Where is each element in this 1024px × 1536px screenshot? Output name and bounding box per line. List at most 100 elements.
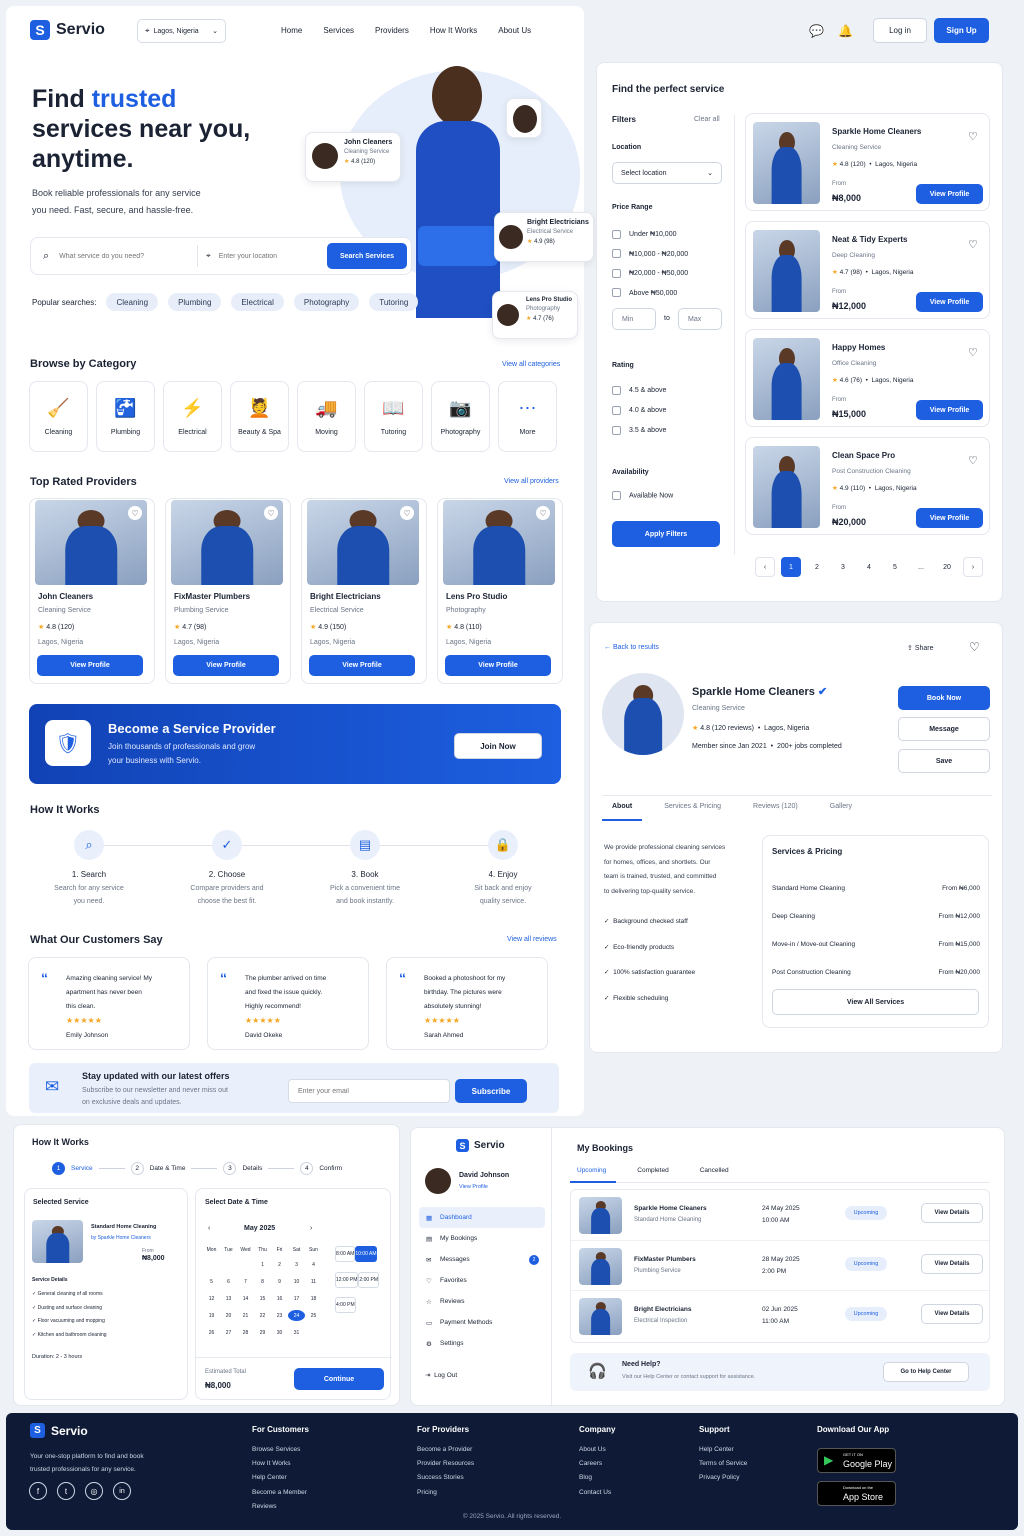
time-slot[interactable]: 2:00 PM — [358, 1271, 380, 1288]
location-select[interactable]: Select location ⌄ — [612, 162, 722, 184]
view-profile-button[interactable]: View Profile — [916, 184, 983, 204]
tab-gallery[interactable]: Gallery — [830, 803, 852, 810]
subscribe-button[interactable]: Subscribe — [455, 1079, 527, 1103]
tab-completed[interactable]: Completed — [637, 1167, 668, 1174]
nav-services[interactable]: Services — [323, 26, 354, 35]
calendar-day[interactable]: 4 — [305, 1259, 322, 1270]
view-profile-button[interactable]: View Profile — [916, 400, 983, 420]
price-option[interactable]: Above ₦50,000 — [612, 284, 688, 304]
tab-services-pricing[interactable]: Services & Pricing — [664, 803, 721, 810]
view-profile-button[interactable]: View Profile — [309, 655, 415, 676]
heart-icon[interactable]: ♡ — [968, 454, 978, 467]
tab-upcoming[interactable]: Upcoming — [577, 1167, 606, 1174]
bell-icon[interactable]: 🔔 — [838, 24, 853, 38]
calendar-day[interactable]: 30 — [271, 1327, 288, 1338]
checkbox[interactable] — [612, 288, 621, 298]
popular-chip[interactable]: Tutoring — [369, 293, 419, 311]
category-card[interactable]: ⋯ More — [498, 381, 557, 452]
heart-icon[interactable]: ♡ — [968, 346, 978, 359]
page-button[interactable]: 2 — [807, 557, 827, 577]
signup-button[interactable]: Sign Up — [934, 18, 989, 43]
calendar-day[interactable]: 31 — [288, 1327, 305, 1338]
nav-about-us[interactable]: About Us — [498, 26, 531, 35]
heart-icon[interactable]: ♡ — [968, 238, 978, 251]
help-center-button[interactable]: Go to Help Center — [883, 1362, 969, 1382]
view-all-services-button[interactable]: View All Services — [772, 989, 979, 1015]
calendar-day[interactable]: 3 — [288, 1259, 305, 1270]
price-option[interactable]: ₦10,000 - ₦20,000 — [612, 245, 688, 265]
sidebar-item[interactable]: ♡ Favorites — [419, 1270, 545, 1291]
footer-link[interactable]: Provider Resources — [417, 1457, 579, 1471]
sidebar-item[interactable]: ⚙ Settings — [419, 1333, 545, 1354]
google-play-button[interactable]: ▶ GET IT ON Google Play — [817, 1448, 896, 1473]
tab-cancelled[interactable]: Cancelled — [700, 1167, 729, 1174]
service-search-input[interactable] — [59, 252, 190, 260]
view-profile-link[interactable]: View Profile — [459, 1184, 488, 1190]
page-button[interactable]: 3 — [833, 557, 853, 577]
heart-icon[interactable]: ♡ — [968, 130, 978, 143]
calendar-day[interactable]: 10 — [288, 1276, 305, 1287]
time-slot[interactable]: 8:00 AM — [335, 1246, 356, 1262]
time-slot[interactable]: 4:00 PM — [335, 1297, 356, 1313]
category-card[interactable]: 📖 Tutoring — [364, 381, 423, 452]
tab-reviews[interactable]: Reviews (120) — [753, 803, 798, 810]
logout-link[interactable]: ⇥ Log Out — [425, 1371, 457, 1379]
calendar-day[interactable]: 27 — [220, 1327, 237, 1338]
footer-link[interactable]: Success Stories — [417, 1471, 579, 1485]
checkbox[interactable] — [612, 249, 621, 259]
calendar-day[interactable]: 18 — [305, 1293, 322, 1304]
user-avatar[interactable] — [425, 1168, 451, 1194]
view-details-button[interactable]: View Details — [921, 1304, 983, 1324]
tab-about[interactable]: About — [612, 803, 632, 810]
calendar-day[interactable]: 28 — [237, 1327, 254, 1338]
search-services-button[interactable]: Search Services — [327, 243, 407, 269]
sidebar-item[interactable]: ☆ Reviews — [419, 1291, 545, 1312]
min-price-input[interactable]: Min — [612, 308, 656, 330]
footer-link[interactable]: Browse Services — [252, 1443, 417, 1457]
chat-icon[interactable]: 💬 — [809, 24, 824, 38]
calendar-day[interactable]: 17 — [288, 1293, 305, 1304]
calendar-day[interactable]: 24 — [288, 1310, 305, 1321]
calendar-day[interactable]: 29 — [254, 1327, 271, 1338]
view-profile-button[interactable]: View Profile — [37, 655, 143, 676]
footer-link[interactable]: Blog — [579, 1471, 699, 1485]
view-profile-button[interactable]: View Profile — [916, 508, 983, 528]
footer-link[interactable]: Terms of Service — [699, 1457, 819, 1471]
rating-option[interactable]: 4.5 & above — [612, 381, 666, 401]
view-all-providers-link[interactable]: View all providers — [504, 478, 559, 485]
footer-link[interactable]: How It Works — [252, 1457, 417, 1471]
calendar-day[interactable]: 5 — [203, 1276, 220, 1287]
calendar-day[interactable]: 26 — [203, 1327, 220, 1338]
time-slot[interactable]: 10:00 AM — [355, 1246, 377, 1262]
checkbox[interactable] — [612, 405, 621, 415]
rating-option[interactable]: 4.0 & above — [612, 401, 666, 421]
heart-icon[interactable]: ♡ — [128, 506, 142, 520]
linkedin-icon[interactable]: in — [113, 1482, 131, 1500]
view-profile-button[interactable]: View Profile — [445, 655, 551, 676]
calendar-day[interactable]: 12 — [203, 1293, 220, 1304]
availability-option[interactable]: Available Now — [612, 491, 673, 500]
view-profile-button[interactable]: View Profile — [173, 655, 279, 676]
calendar-day[interactable]: 8 — [254, 1276, 271, 1287]
footer-link[interactable]: Contact Us — [579, 1486, 699, 1500]
heart-icon[interactable]: ♡ — [536, 506, 550, 520]
view-all-categories-link[interactable]: View all categories — [502, 361, 560, 368]
popular-chip[interactable]: Plumbing — [168, 293, 222, 311]
continue-button[interactable]: Continue — [294, 1368, 384, 1390]
popular-chip[interactable]: Electrical — [231, 293, 284, 311]
footer-link[interactable]: Privacy Policy — [699, 1471, 819, 1485]
popular-chip[interactable]: Cleaning — [106, 293, 159, 311]
calendar-day[interactable]: 16 — [271, 1293, 288, 1304]
clear-filters-link[interactable]: Clear all — [694, 116, 720, 123]
view-details-button[interactable]: View Details — [921, 1254, 983, 1274]
calendar-day[interactable]: 2 — [271, 1259, 288, 1270]
rating-option[interactable]: 3.5 & above — [612, 421, 666, 441]
footer-brand[interactable]: S Servio — [30, 1423, 88, 1438]
footer-link[interactable]: Pricing — [417, 1486, 579, 1500]
app-store-button[interactable]: Download on the App Store — [817, 1481, 896, 1506]
calendar-day[interactable]: 20 — [220, 1310, 237, 1321]
price-option[interactable]: Under ₦10,000 — [612, 225, 688, 245]
footer-link[interactable]: Become a Provider — [417, 1443, 579, 1457]
calendar-day[interactable]: 22 — [254, 1310, 271, 1321]
checkbox[interactable] — [612, 425, 621, 435]
